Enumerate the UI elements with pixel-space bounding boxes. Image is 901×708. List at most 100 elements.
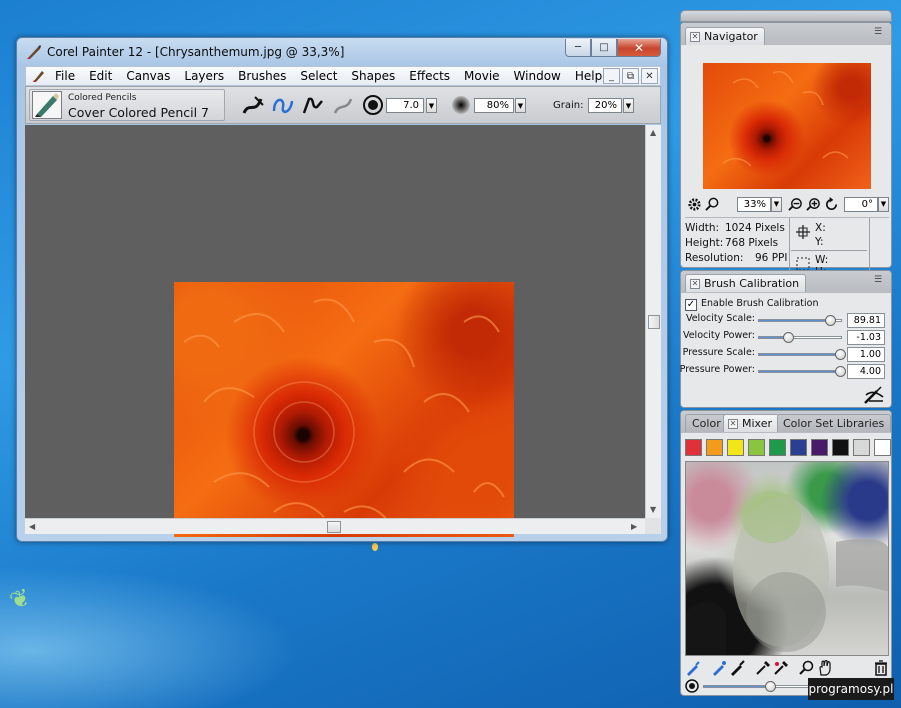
calibrate-brush-icon[interactable]: [863, 385, 885, 405]
mixer-brush-size-knob[interactable]: [764, 681, 776, 692]
panel-menu-icon[interactable]: ☰: [874, 275, 888, 287]
opacity-icon: [452, 96, 470, 114]
zoom-in-icon[interactable]: [804, 195, 822, 213]
swatch-blue[interactable]: [790, 439, 807, 456]
minimize-button[interactable]: ─: [565, 39, 591, 57]
painter-main-window: Corel Painter 12 - [Chrysanthemum.jpg @ …: [16, 37, 668, 542]
tab-color[interactable]: Color: [685, 414, 728, 432]
navigator-settings-icon[interactable]: [685, 195, 703, 213]
swatch-white[interactable]: [874, 439, 891, 456]
pressure-power-knob[interactable]: [835, 366, 846, 377]
pressure-scale-slider[interactable]: [758, 349, 846, 360]
close-tab-icon[interactable]: ✕: [690, 31, 700, 42]
pressure-power-field[interactable]: 4.00: [847, 364, 885, 379]
menu-layers[interactable]: Layers: [177, 69, 231, 83]
tab-navigator[interactable]: ✕ Navigator: [685, 27, 765, 45]
palette-knife-icon[interactable]: [729, 659, 745, 677]
scroll-right-icon[interactable]: ▶: [631, 522, 637, 531]
zoom-field[interactable]: 33%: [737, 196, 771, 212]
menu-movie[interactable]: Movie: [457, 69, 507, 83]
rotation-field[interactable]: 0°: [844, 196, 878, 212]
flower-petals-art: [183, 298, 505, 523]
grain-dropdown-icon[interactable]: ▼: [623, 98, 634, 113]
tab-color-set-libraries[interactable]: Color Set Libraries: [777, 414, 891, 432]
sample-multiple-icon[interactable]: [773, 659, 789, 677]
opacity-field[interactable]: 80%: [474, 98, 514, 113]
menu-window[interactable]: Window: [507, 69, 568, 83]
pressure-power-slider[interactable]: [758, 366, 846, 377]
swatch-green[interactable]: [769, 439, 786, 456]
rotation-dropdown-icon[interactable]: ▼: [878, 196, 889, 212]
panel-grip[interactable]: [680, 10, 892, 22]
menu-edit[interactable]: Edit: [82, 69, 119, 83]
grain-field[interactable]: 20%: [588, 98, 622, 113]
panel-menu-icon[interactable]: ☰: [874, 27, 888, 39]
navigator-preview[interactable]: [703, 63, 871, 189]
velocity-power-field[interactable]: -1.03: [847, 330, 885, 345]
info-divider: [789, 218, 790, 276]
horizontal-scrollbar[interactable]: ◀ ▶: [25, 518, 645, 534]
menu-canvas[interactable]: Canvas: [119, 69, 177, 83]
swatch-purple[interactable]: [811, 439, 828, 456]
straight-line-icon[interactable]: [300, 91, 326, 119]
swatch-orange[interactable]: [706, 439, 723, 456]
swatch-yellow[interactable]: [727, 439, 744, 456]
freehand-active-icon[interactable]: [270, 91, 296, 119]
doc-close-button[interactable]: ✕: [641, 68, 658, 84]
sample-color-icon[interactable]: [755, 659, 771, 677]
enable-calibration-checkbox[interactable]: ✓: [685, 299, 697, 311]
height-value: 768 Pixels: [725, 237, 779, 249]
size-field[interactable]: 7.0: [386, 98, 424, 113]
mixer-zoom-icon[interactable]: [799, 659, 815, 677]
menu-effects[interactable]: Effects: [402, 69, 457, 83]
zoom-icon[interactable]: [703, 195, 721, 213]
pressure-scale-field[interactable]: 1.00: [847, 347, 885, 362]
mixer-brush-size-icon: [685, 679, 699, 693]
freehand-stroke-icon[interactable]: [240, 91, 266, 119]
swatch-gray[interactable]: [853, 439, 870, 456]
velocity-power-slider[interactable]: [758, 332, 842, 343]
swatch-black[interactable]: [832, 439, 849, 456]
horizontal-scroll-thumb[interactable]: [327, 521, 341, 533]
mix-color-icon[interactable]: [711, 659, 727, 677]
velocity-scale-slider[interactable]: [758, 315, 842, 326]
size-dropdown-icon[interactable]: ▼: [426, 98, 437, 113]
chrysanthemum-image[interactable]: [174, 282, 514, 537]
tab-brush-calibration[interactable]: ✕ Brush Calibration: [685, 274, 807, 292]
pressure-scale-knob[interactable]: [835, 349, 846, 360]
close-button[interactable]: ✕: [617, 39, 661, 57]
tab-mixer[interactable]: ✕ Mixer: [723, 414, 780, 432]
doc-restore-button[interactable]: ⧉: [622, 68, 639, 84]
canvas-area[interactable]: [25, 125, 645, 537]
opacity-dropdown-icon[interactable]: ▼: [515, 98, 526, 113]
scroll-up-icon[interactable]: ▲: [650, 128, 656, 137]
close-tab-icon[interactable]: ✕: [728, 418, 738, 429]
painter-app-icon[interactable]: [26, 44, 42, 60]
vertical-scrollbar[interactable]: ▲ ▼: [645, 125, 661, 518]
clear-mixer-trash-icon[interactable]: [873, 659, 889, 677]
swatch-light-green[interactable]: [748, 439, 765, 456]
menu-file[interactable]: File: [48, 69, 82, 83]
swatch-red[interactable]: [685, 439, 702, 456]
close-tab-icon[interactable]: ✕: [690, 278, 700, 289]
velocity-power-knob[interactable]: [783, 332, 795, 343]
menu-select[interactable]: Select: [293, 69, 344, 83]
document-icon[interactable]: [30, 68, 48, 84]
velocity-scale-knob[interactable]: [825, 315, 837, 326]
menu-shapes[interactable]: Shapes: [344, 69, 402, 83]
zoom-dropdown-icon[interactable]: ▼: [771, 196, 782, 212]
rotate-icon[interactable]: [822, 195, 840, 213]
brush-selector[interactable]: Colored Pencils Cover Colored Pencil 7: [29, 89, 225, 121]
mixer-pad[interactable]: [685, 461, 889, 656]
zoom-out-icon[interactable]: [786, 195, 804, 213]
velocity-scale-field[interactable]: 89.81: [847, 313, 885, 328]
maximize-button[interactable]: □: [591, 39, 617, 57]
vertical-scroll-thumb[interactable]: [648, 315, 660, 329]
apply-color-icon[interactable]: [685, 659, 701, 677]
scroll-left-icon[interactable]: ◀: [29, 522, 35, 531]
menu-brushes[interactable]: Brushes: [231, 69, 293, 83]
scroll-down-icon[interactable]: ▼: [650, 505, 656, 514]
doc-minimize-button[interactable]: _: [603, 68, 620, 84]
pan-hand-icon[interactable]: [817, 659, 833, 677]
grain-label: Grain:: [553, 100, 584, 111]
